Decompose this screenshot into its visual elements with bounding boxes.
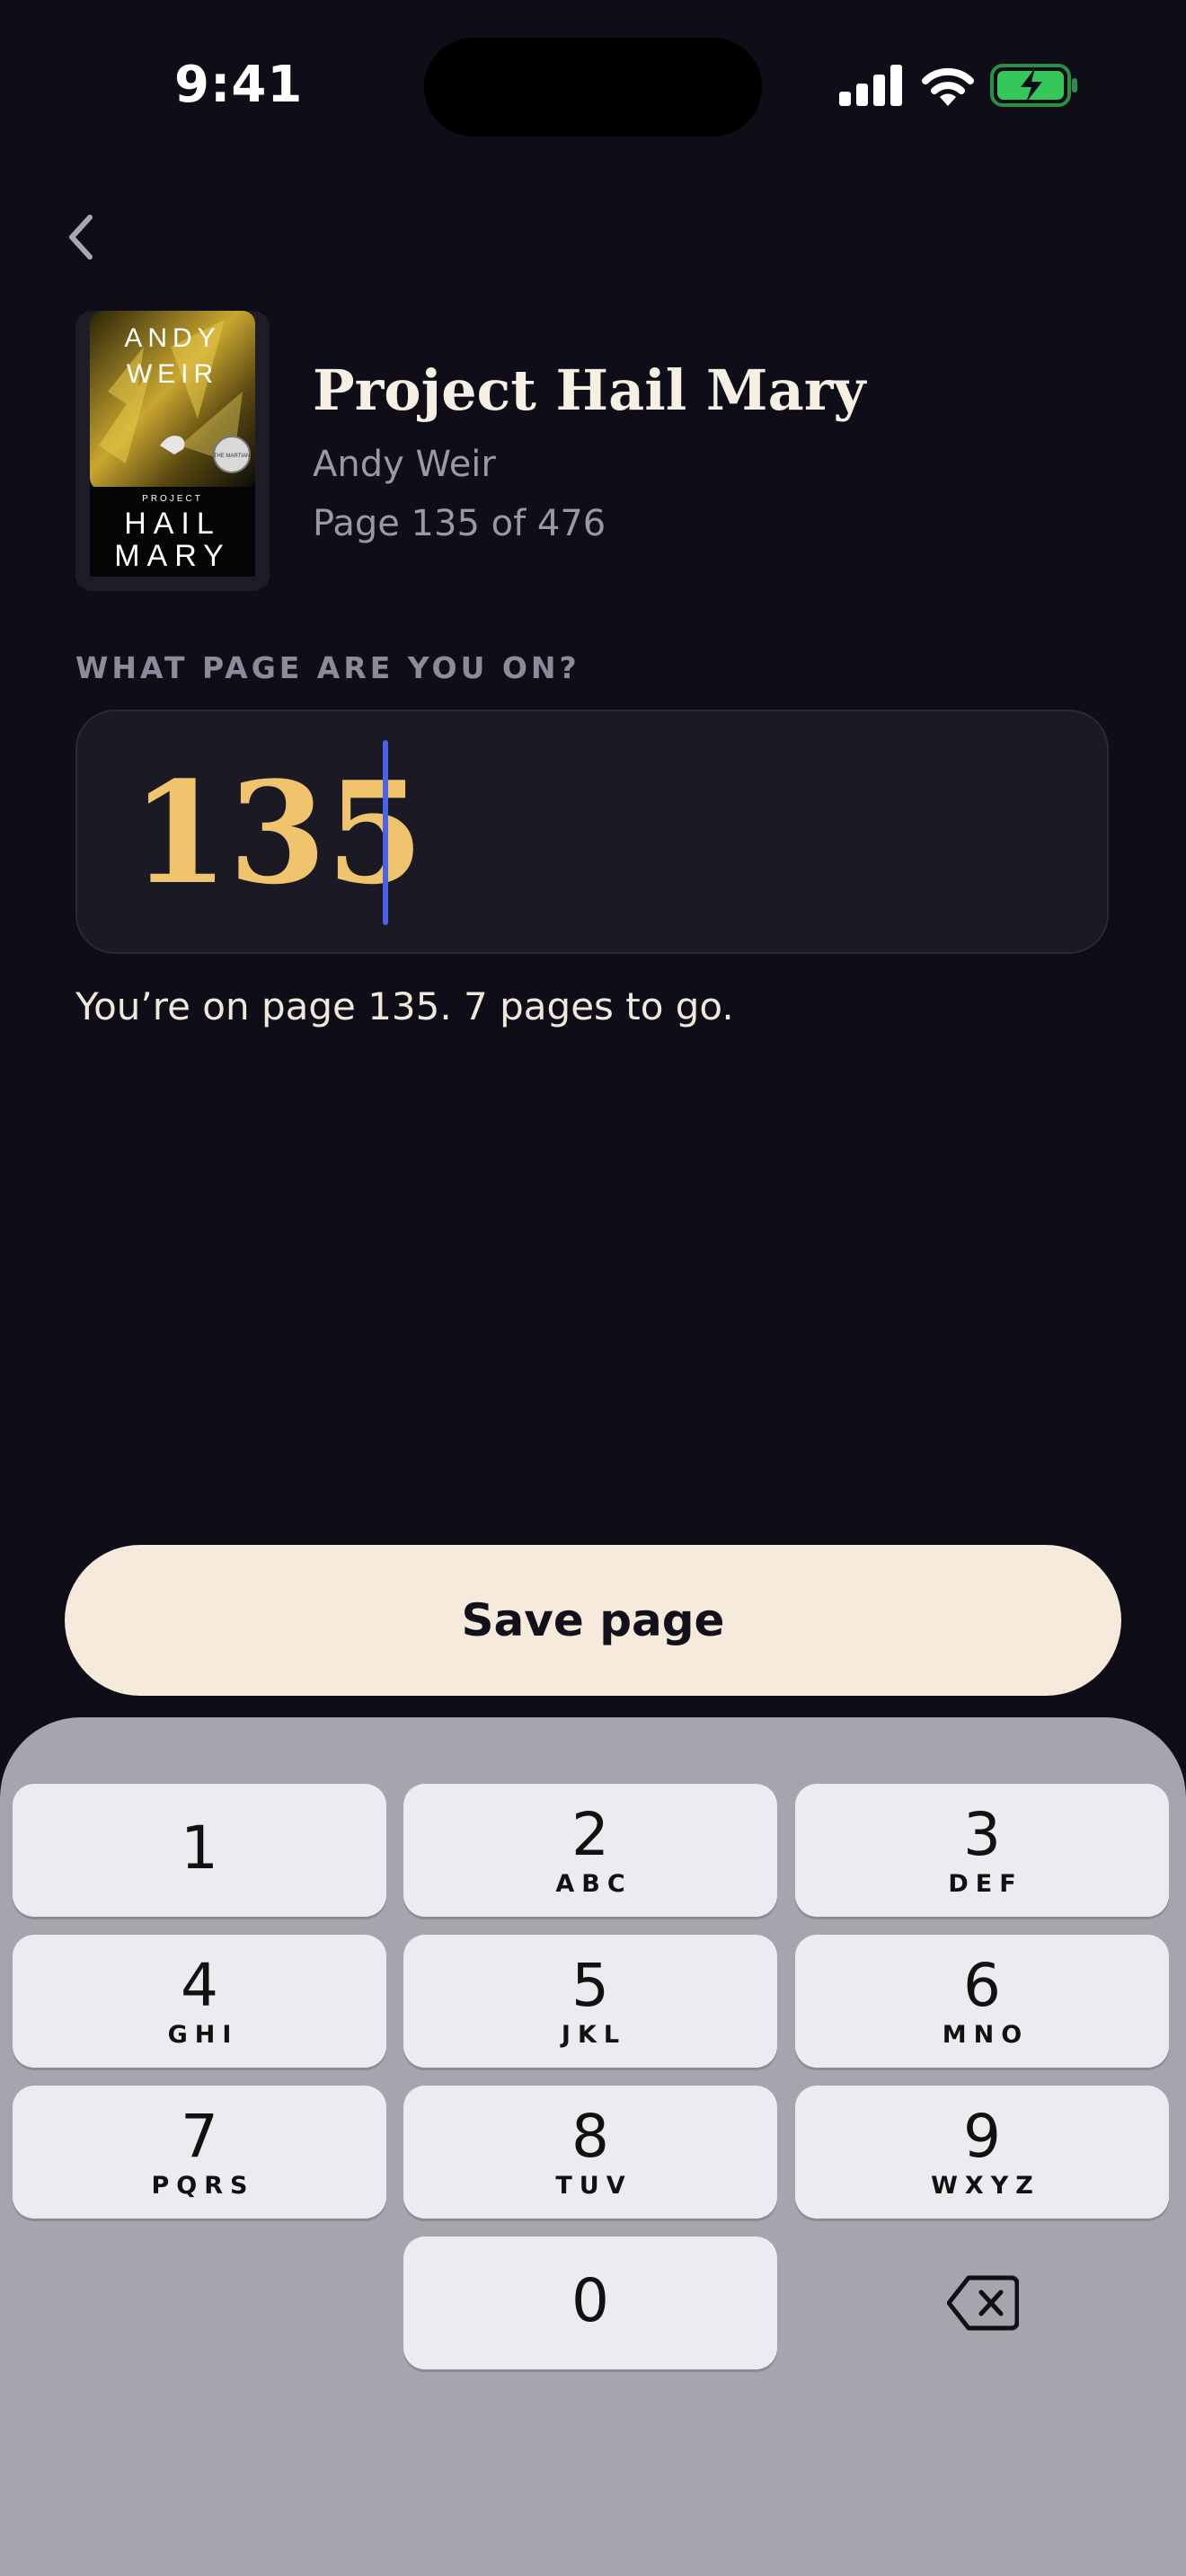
battery-charging-icon [990, 64, 1077, 107]
key-9[interactable]: 9 WXYZ [795, 2086, 1169, 2219]
numeric-keypad: 1 2 ABC 3 DEF 4 GHI 5 JKL 6 MNO 7 PQRS 8… [0, 1717, 1186, 2576]
key-digit: 0 [571, 2266, 609, 2335]
key-letters: WXYZ [931, 2171, 1040, 2200]
key-digit: 9 [963, 2101, 1001, 2171]
key-letters: DEF [948, 1869, 1023, 1898]
key-digit: 3 [963, 1799, 1001, 1869]
book-cover: ANDY WEIR THE MARTIAN PROJECT HAIL MARY [90, 311, 255, 577]
key-letters: PQRS [151, 2171, 255, 2200]
save-page-button[interactable]: Save page [65, 1545, 1121, 1696]
key-letters: ABC [555, 1869, 633, 1898]
key-letters: JKL [561, 2020, 627, 2049]
key-digit: 5 [571, 1950, 609, 2020]
key-digit: 6 [963, 1950, 1001, 2020]
key-5[interactable]: 5 JKL [403, 1935, 777, 2068]
key-digit: 7 [181, 2101, 218, 2171]
book-title: Project Hail Mary [313, 357, 866, 423]
key-2[interactable]: 2 ABC [403, 1784, 777, 1917]
key-letters: TUV [555, 2171, 633, 2200]
key-letters: MNO [942, 2020, 1030, 2049]
dynamic-island [424, 38, 762, 137]
cover-badge: THE MARTIAN [214, 454, 251, 459]
cover-small-title: PROJECT [142, 494, 203, 504]
key-digit: 2 [571, 1799, 609, 1869]
backspace-icon[interactable] [947, 2274, 1019, 2332]
page-prompt-label: WHAT PAGE ARE YOU ON? [75, 650, 580, 685]
cover-author-line2: WEIR [127, 359, 218, 389]
key-letters: GHI [167, 2020, 239, 2049]
key-digit: 4 [181, 1950, 218, 2020]
status-time: 9:41 [174, 56, 304, 114]
key-digit: 8 [571, 2101, 609, 2171]
key-8[interactable]: 8 TUV [403, 2086, 777, 2219]
back-chevron-icon[interactable] [63, 212, 99, 262]
key-digit: 1 [181, 1813, 218, 1883]
key-0[interactable]: 0 [403, 2236, 777, 2369]
cellular-signal-icon [839, 65, 902, 106]
page-helper-text: You’re on page 135. 7 pages to go. [75, 984, 734, 1028]
book-author: Andy Weir [313, 444, 496, 485]
book-progress: Page 135 of 476 [313, 503, 606, 544]
key-3[interactable]: 3 DEF [795, 1784, 1169, 1917]
text-caret [383, 740, 388, 925]
page-number-value[interactable]: 135 [131, 753, 424, 914]
key-6[interactable]: 6 MNO [795, 1935, 1169, 2068]
key-4[interactable]: 4 GHI [13, 1935, 386, 2068]
key-7[interactable]: 7 PQRS [13, 2086, 386, 2219]
cover-author-line1: ANDY [124, 323, 220, 353]
key-1[interactable]: 1 [13, 1784, 386, 1917]
cover-title-line2: MARY [114, 539, 231, 573]
wifi-icon [922, 67, 974, 106]
cover-title-line1: HAIL [124, 507, 221, 541]
